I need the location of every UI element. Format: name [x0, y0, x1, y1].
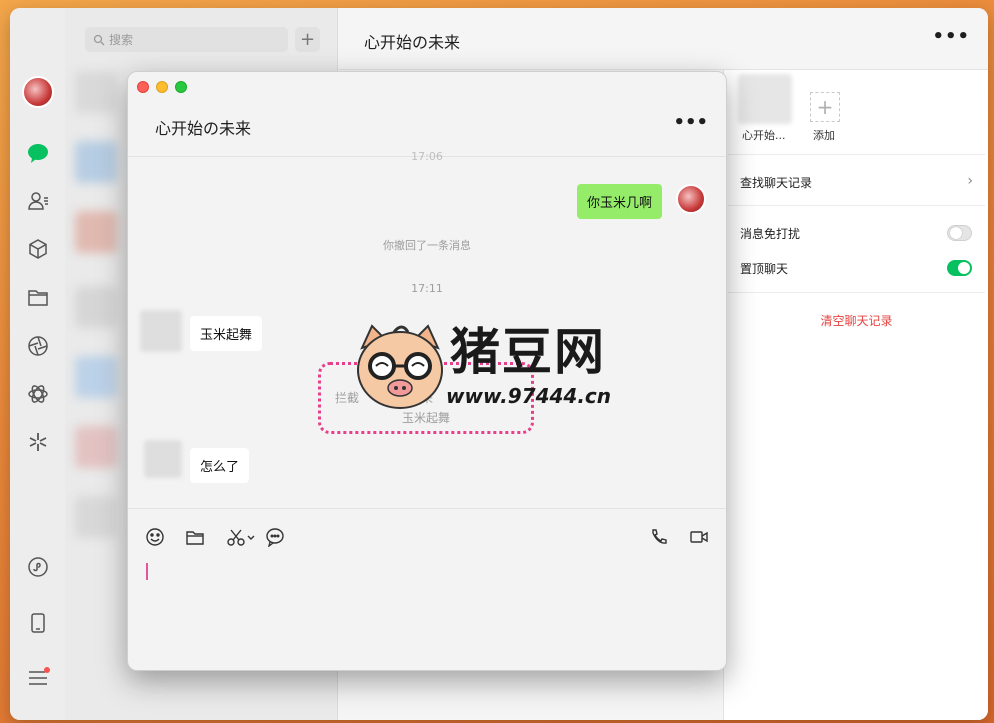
recall-notice: 你撤回了一条消息: [383, 239, 471, 252]
moments-icon[interactable]: [25, 333, 51, 359]
channels-icon[interactable]: [25, 381, 51, 407]
timestamp: 17:06: [411, 150, 443, 163]
chat-more-button[interactable]: •••: [673, 112, 708, 133]
member-name: 心开始...: [742, 129, 786, 142]
member-avatar[interactable]: [738, 74, 792, 124]
pin-label: 置顶聊天: [740, 262, 789, 276]
sidebar: [10, 8, 65, 720]
message-input-caret[interactable]: [146, 563, 148, 580]
divider: [728, 205, 985, 206]
add-member-label: 添加: [813, 129, 835, 142]
divider: [728, 154, 985, 155]
folder-icon[interactable]: [25, 284, 51, 310]
chat-window-traffic-lights: [137, 81, 187, 93]
contact-avatar[interactable]: [140, 310, 182, 352]
more-button[interactable]: •••: [932, 26, 970, 47]
favorites-icon[interactable]: [25, 236, 51, 262]
chevron-right-icon: ›: [967, 173, 973, 189]
close-button[interactable]: [137, 81, 149, 93]
add-member-button[interactable]: +: [810, 92, 840, 122]
message-bubble-other[interactable]: 怎么了: [190, 448, 250, 483]
contacts-icon[interactable]: [25, 188, 51, 214]
phone-icon[interactable]: [25, 610, 51, 636]
menu-icon[interactable]: [25, 665, 51, 691]
add-chat-button[interactable]: +: [295, 27, 320, 52]
file-icon[interactable]: [184, 526, 206, 548]
watermark-url: www.97444.cn: [446, 384, 612, 408]
search-input[interactable]: 搜索: [85, 27, 288, 52]
minimize-button[interactable]: [156, 81, 168, 93]
mute-label: 消息免打扰: [740, 227, 801, 241]
user-avatar[interactable]: [22, 76, 54, 108]
message-bubble-mine[interactable]: 你玉米几啊: [576, 184, 662, 219]
message-bubble-other[interactable]: 玉米起舞: [190, 316, 263, 351]
chat-window-title: 心开始の未来: [155, 119, 252, 138]
mute-toggle[interactable]: [947, 225, 972, 241]
mini-programs-icon[interactable]: [25, 554, 51, 580]
chat-window: 心开始の未来 ••• 17:06 你玉米几啊 你撤回了一条消息 17:11 玉米…: [127, 71, 727, 671]
my-avatar[interactable]: [676, 184, 706, 214]
chat-info-panel: 心开始... + 添加 查找聊天记录 › 消息免打扰 置顶聊天 清空聊天记录: [723, 70, 988, 720]
voice-call-icon[interactable]: [648, 526, 670, 548]
chat-history-icon[interactable]: [264, 526, 286, 548]
conversation-title: 心开始の未来: [364, 33, 461, 52]
mute-row: 消息免打扰: [740, 225, 973, 242]
divider: [728, 292, 985, 293]
pig-logo-icon: [357, 324, 443, 409]
screenshot-icon[interactable]: [224, 526, 258, 548]
search-discover-icon[interactable]: [25, 429, 51, 455]
contact-avatar[interactable]: [144, 440, 182, 478]
watermark-brand: 猪豆网: [450, 323, 606, 381]
zoom-button[interactable]: [175, 81, 187, 93]
chat-icon[interactable]: [25, 140, 51, 166]
video-call-icon[interactable]: [688, 526, 710, 548]
search-placeholder: 搜索: [109, 33, 134, 47]
divider: [128, 508, 726, 509]
pin-row: 置顶聊天: [740, 260, 973, 277]
conversation-header: 心开始の未来 •••: [339, 8, 988, 70]
clear-history-button[interactable]: 清空聊天记录: [724, 312, 988, 329]
emoji-icon[interactable]: [144, 526, 166, 548]
timestamp: 17:11: [411, 282, 443, 295]
pin-toggle[interactable]: [947, 260, 972, 276]
find-history-row[interactable]: 查找聊天记录 ›: [740, 173, 973, 191]
search-icon: [93, 34, 105, 45]
find-history-label: 查找聊天记录: [740, 176, 813, 190]
